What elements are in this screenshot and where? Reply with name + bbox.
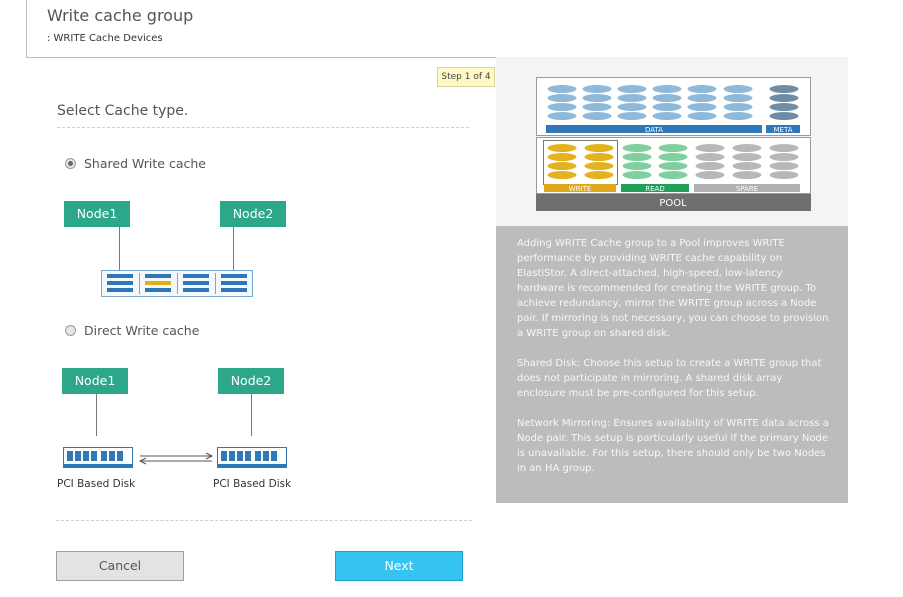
pool-diagram: DATA META WRITE READ SPARE POOL: [536, 77, 811, 211]
info-paragraph-1: Adding WRITE Cache group to a Pool impro…: [517, 238, 829, 339]
shared-node1-link: [119, 227, 120, 272]
direct-option-label: Direct Write cache: [84, 323, 200, 338]
divider-top: [57, 127, 469, 128]
wizard-header: Write cache group : WRITE Cache Devices: [26, 0, 497, 58]
shared-node2-box: Node2: [220, 201, 286, 227]
direct-node2-box: Node2: [218, 368, 284, 394]
divider-bottom: [56, 520, 472, 521]
step-indicator: Step 1 of 4: [437, 67, 495, 87]
shared-node2-link: [233, 227, 234, 272]
mirror-arrows-icon: [138, 452, 214, 465]
shared-disk-array-icon: [101, 270, 253, 297]
pool-diagram-panel: DATA META WRITE READ SPARE POOL: [496, 57, 848, 226]
data-label: DATA: [645, 126, 663, 134]
shared-node1-box: Node1: [64, 201, 130, 227]
info-paragraph-2: Shared Disk: Choose this setup to create…: [517, 358, 822, 399]
info-panel: Adding WRITE Cache group to a Pool impro…: [496, 226, 848, 503]
next-button[interactable]: Next: [335, 551, 463, 581]
direct-node2-link: [251, 394, 252, 436]
section-heading: Select Cache type.: [57, 103, 189, 119]
direct-write-cache-option[interactable]: Direct Write cache: [65, 323, 199, 338]
pci-disk-label-right: PCI Based Disk: [213, 478, 292, 490]
direct-node1-box: Node1: [62, 368, 128, 394]
direct-radio-button[interactable]: [65, 325, 76, 336]
page-title: Write cache group: [47, 6, 194, 25]
page-subtitle: : WRITE Cache Devices: [47, 33, 163, 44]
pool-label: POOL: [659, 198, 687, 209]
pci-disk-label-left: PCI Based Disk: [57, 478, 136, 490]
pci-disk-icon-right: [217, 447, 287, 468]
pci-disk-icon-left: [63, 447, 133, 468]
spare-label: SPARE: [736, 185, 758, 193]
shared-option-label: Shared Write cache: [84, 156, 206, 171]
shared-radio-button[interactable]: [65, 158, 76, 169]
shared-write-cache-option[interactable]: Shared Write cache: [65, 156, 206, 171]
meta-label: META: [774, 126, 793, 134]
write-label: WRITE: [569, 185, 592, 193]
info-paragraph-3: Network Mirroring: Ensures availability …: [517, 418, 829, 474]
cancel-button[interactable]: Cancel: [56, 551, 184, 581]
read-label: READ: [645, 185, 664, 193]
direct-node1-link: [96, 394, 97, 436]
